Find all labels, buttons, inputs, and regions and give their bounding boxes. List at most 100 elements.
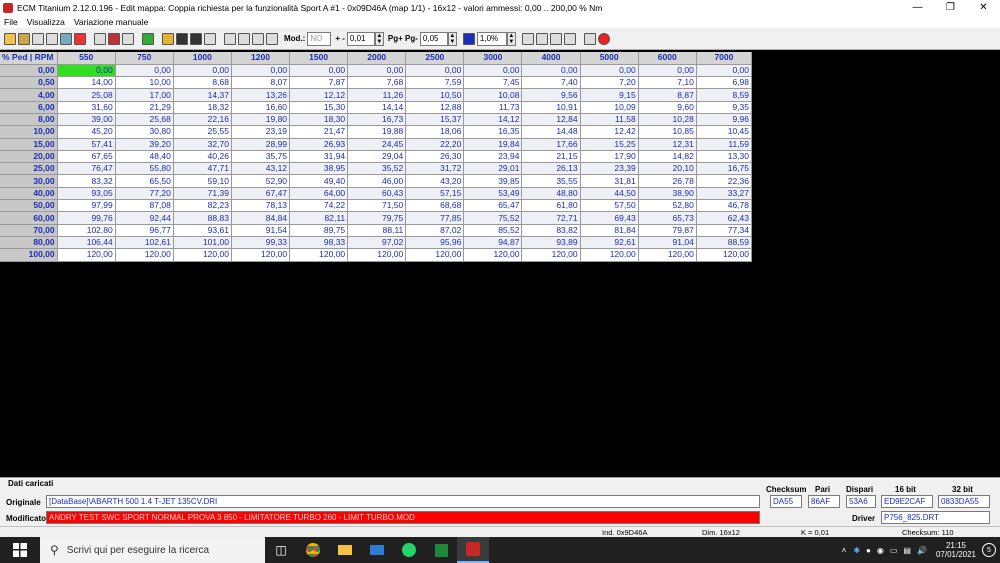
chart-icon[interactable] — [60, 32, 72, 45]
tray-app-icon[interactable]: ● — [866, 546, 871, 555]
table-cell[interactable]: 0,00 — [57, 64, 116, 78]
table-cell[interactable]: 71,39 — [173, 187, 232, 201]
table-cell[interactable]: 38,90 — [638, 187, 697, 201]
table-cell[interactable]: 102,80 — [57, 224, 116, 237]
table-cell[interactable]: 11,26 — [347, 88, 407, 102]
taskbar-search[interactable]: ⚲ Scrivi qui per eseguire la ricerca — [40, 537, 265, 563]
table-cell[interactable]: 52,80 — [638, 199, 697, 213]
clock[interactable]: 21:15 07/01/2021 — [936, 541, 976, 559]
set-value-icon[interactable] — [563, 32, 576, 45]
step-input[interactable]: 0,01 — [346, 31, 375, 46]
table-cell[interactable]: 18,30 — [289, 113, 349, 127]
table-cell[interactable]: 23,39 — [580, 162, 639, 176]
table-cell[interactable]: 22,20 — [405, 138, 465, 151]
table-cell[interactable]: 120,00 — [521, 248, 581, 262]
maximize-button[interactable]: ❐ — [934, 0, 967, 15]
table-cell[interactable]: 31,81 — [580, 174, 639, 188]
table-cell[interactable]: 69,43 — [580, 211, 639, 225]
table-cell[interactable]: 14,37 — [173, 88, 232, 102]
table-cell[interactable]: 93,61 — [173, 224, 232, 237]
minimize-button[interactable]: — — [901, 0, 934, 15]
task-view-icon[interactable]: ◫ — [265, 537, 297, 563]
close-button[interactable]: ✕ — [967, 0, 1000, 15]
table-cell[interactable]: 14,82 — [638, 150, 697, 164]
menu-file[interactable]: File — [4, 17, 18, 27]
table-cell[interactable]: 39,00 — [57, 113, 116, 127]
table-cell[interactable]: 31,94 — [289, 150, 349, 164]
compare-icon[interactable] — [108, 32, 120, 45]
table-cell[interactable]: 39,20 — [115, 138, 174, 151]
table-cell[interactable]: 7,40 — [521, 76, 581, 90]
menu-variazione-manuale[interactable]: Variazione manuale — [74, 17, 149, 27]
table-cell[interactable]: 120,00 — [580, 248, 639, 262]
table-cell[interactable]: 25,55 — [173, 125, 232, 139]
table-cell[interactable]: 57,41 — [57, 138, 116, 151]
table-cell[interactable]: 120,00 — [173, 248, 232, 262]
pg-input[interactable]: 0,05 — [419, 31, 448, 46]
table-cell[interactable]: 15,30 — [289, 101, 349, 114]
table-cell[interactable]: 9,60 — [638, 101, 697, 114]
table-cell[interactable]: 7,45 — [463, 76, 523, 90]
pg-spinner[interactable]: ▲ ▼ — [447, 31, 457, 46]
table-cell[interactable]: 68,68 — [405, 199, 465, 213]
table-cell[interactable]: 15,25 — [580, 138, 639, 151]
table-cell[interactable]: 38,95 — [289, 162, 349, 176]
map-view-icon[interactable] — [18, 32, 30, 45]
import-icon[interactable] — [142, 32, 154, 45]
table-cell[interactable]: 10,28 — [638, 113, 697, 127]
table-cell[interactable]: 93,05 — [57, 187, 116, 201]
table-cell[interactable]: 75,52 — [463, 211, 523, 225]
table-cell[interactable]: 83,82 — [521, 224, 581, 237]
table-cell[interactable]: 10,50 — [405, 88, 465, 102]
table-cell[interactable]: 97,99 — [57, 199, 116, 213]
table-cell[interactable]: 0,00 — [289, 64, 349, 78]
table-cell[interactable]: 10,45 — [696, 125, 753, 139]
table-cell[interactable]: 12,31 — [638, 138, 697, 151]
table-cell[interactable]: 17,66 — [521, 138, 581, 151]
table-cell[interactable]: 9,96 — [696, 113, 753, 127]
table-cell[interactable]: 65,47 — [463, 199, 523, 213]
table-cell[interactable]: 24,45 — [347, 138, 407, 151]
table-cell[interactable]: 7,20 — [580, 76, 639, 90]
table-cell[interactable]: 99,76 — [57, 211, 116, 225]
table-cell[interactable]: 10,85 — [638, 125, 697, 139]
table-cell[interactable]: 7,59 — [405, 76, 465, 90]
modificato-field[interactable]: ANDRY TEST SWC SPORT NORMAL PROVA 3 850 … — [46, 511, 760, 524]
table-cell[interactable]: 88,59 — [696, 236, 753, 250]
table-cell[interactable]: 26,93 — [289, 138, 349, 151]
table-cell[interactable]: 22,16 — [173, 113, 232, 127]
save-icon[interactable] — [176, 32, 188, 45]
table-cell[interactable]: 79,87 — [638, 224, 697, 237]
table-cell[interactable]: 30,80 — [115, 125, 174, 139]
table-cell[interactable]: 11,73 — [463, 101, 523, 114]
table-cell[interactable]: 0,00 — [347, 64, 407, 78]
table-cell[interactable]: 120,00 — [289, 248, 349, 262]
edit-table-icon[interactable] — [122, 32, 134, 45]
table-cell[interactable]: 91,54 — [231, 224, 291, 237]
table-cell[interactable]: 9,56 — [521, 88, 581, 102]
select-col-icon[interactable] — [266, 32, 278, 45]
table-cell[interactable]: 12,12 — [289, 88, 349, 102]
table-cell[interactable]: 23,94 — [463, 150, 523, 164]
table-cell[interactable]: 28,99 — [231, 138, 291, 151]
table-cell[interactable]: 120,00 — [696, 248, 753, 262]
table-cell[interactable]: 20,10 — [638, 162, 697, 176]
table-cell[interactable]: 0,00 — [405, 64, 465, 78]
table-cell[interactable]: 72,71 — [521, 211, 581, 225]
table-cell[interactable]: 19,84 — [463, 138, 523, 151]
ecm-titanium-task-icon[interactable] — [457, 537, 489, 563]
table-cell[interactable]: 12,42 — [580, 125, 639, 139]
table-cell[interactable]: 18,06 — [405, 125, 465, 139]
table-cell[interactable]: 76,47 — [57, 162, 116, 176]
table-cell[interactable]: 98,33 — [289, 236, 349, 250]
table-cell[interactable]: 92,44 — [115, 211, 174, 225]
table-cell[interactable]: 14,12 — [463, 113, 523, 127]
copy-icon[interactable] — [224, 32, 236, 45]
table-cell[interactable]: 33,27 — [696, 187, 753, 201]
table-cell[interactable]: 92,61 — [580, 236, 639, 250]
table-cell[interactable]: 10,00 — [115, 76, 174, 90]
table-cell[interactable]: 44,50 — [580, 187, 639, 201]
table-cell[interactable]: 39,85 — [463, 174, 523, 188]
battery-icon[interactable]: ▭ — [890, 546, 898, 555]
table-cell[interactable]: 13,30 — [696, 150, 753, 164]
